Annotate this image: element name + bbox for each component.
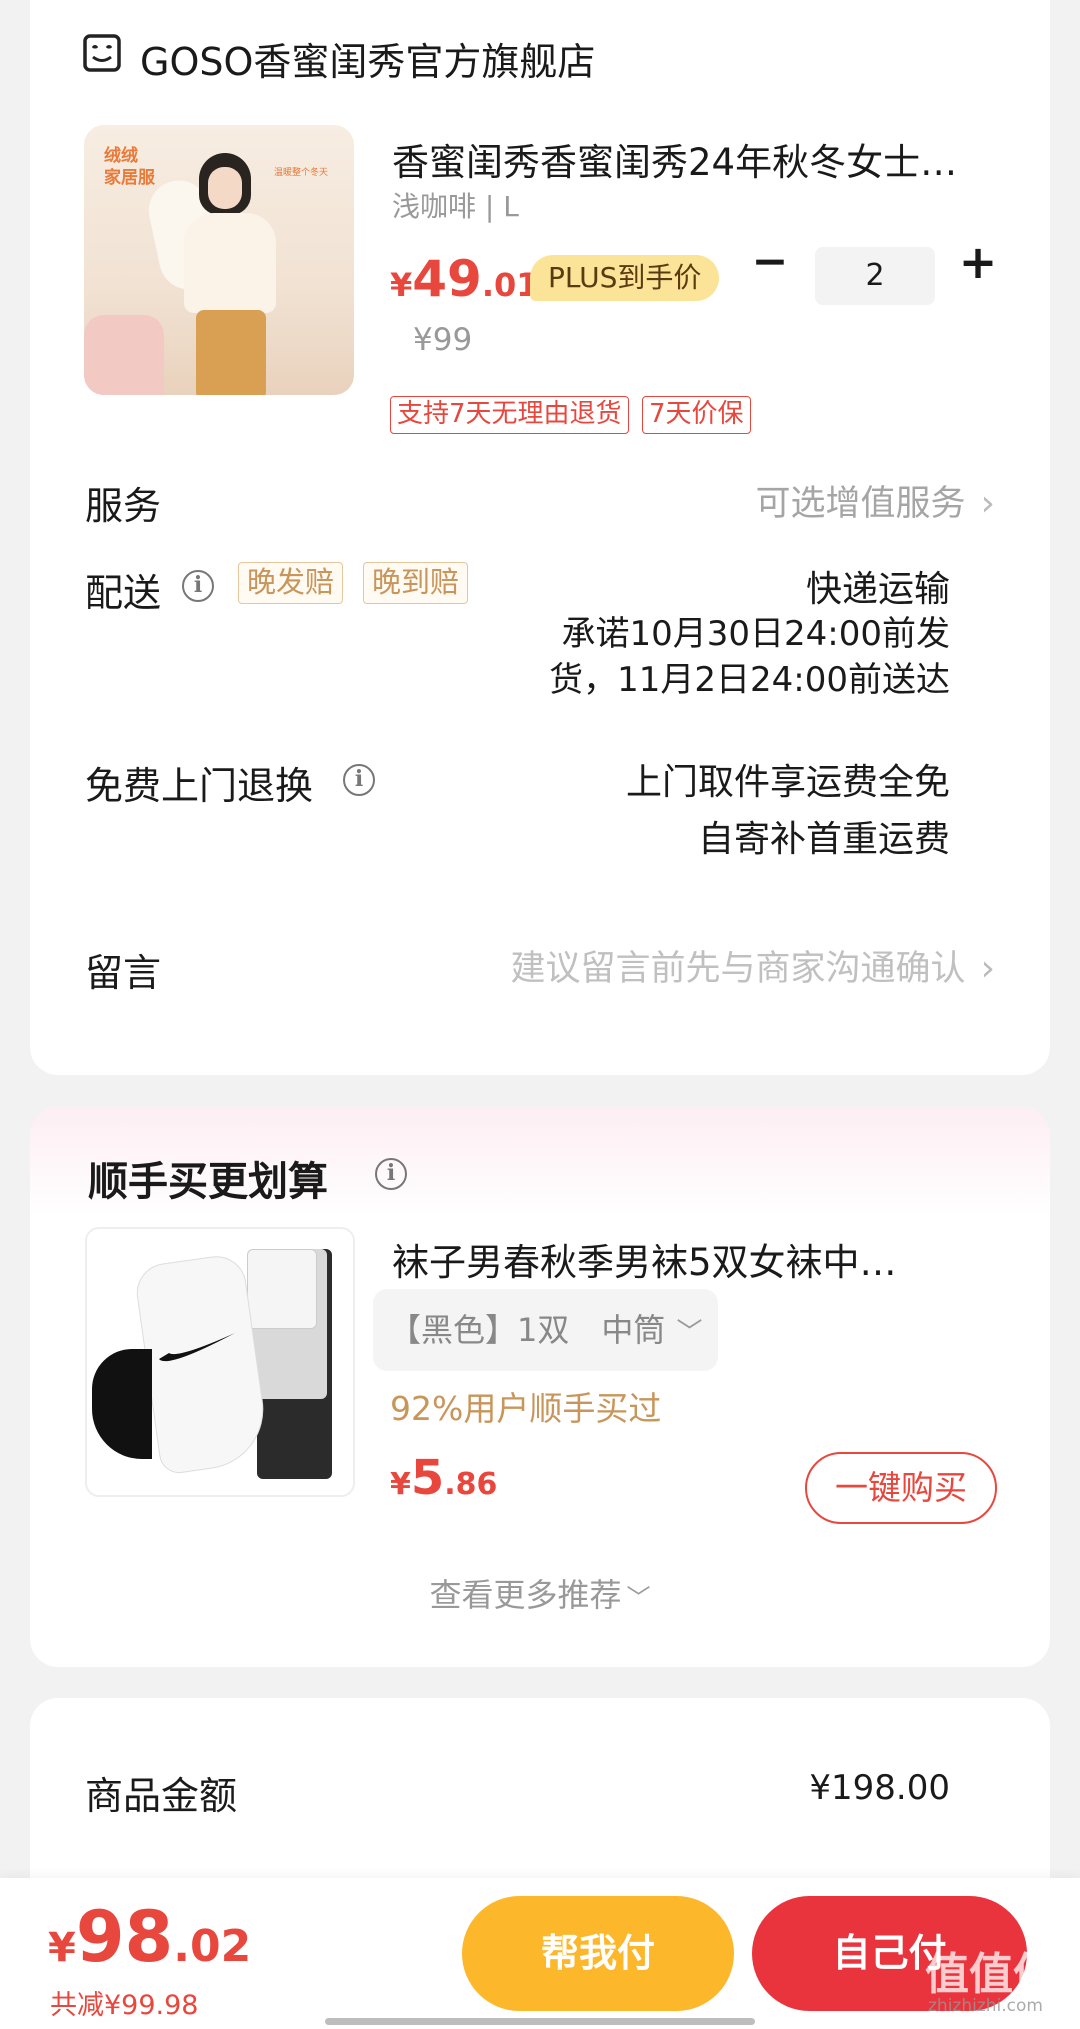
sock-shadow [92, 1349, 152, 1459]
delivery-promise-line2: 货，11月2日24:00前送达 [549, 660, 950, 700]
chevron-right-icon: › [980, 948, 995, 989]
one-click-buy-button[interactable]: 一键购买 [805, 1452, 997, 1524]
message-input[interactable]: 建议留言前先与商家沟通确认 › [510, 940, 995, 991]
price-int: 98 [75, 1896, 174, 1978]
price-protect-tag: 7天价保 [642, 396, 751, 434]
return-policy-tag: 支持7天无理由退货 [390, 396, 629, 434]
delivery-method[interactable]: 快递运输 [806, 560, 950, 612]
product-image[interactable]: 绒绒 家居服 温暖整个冬天 [84, 125, 354, 395]
price-int: 5 [410, 1450, 445, 1506]
order-card: GOSO香蜜闺秀官方旗舰店 绒绒 家居服 温暖整个冬天 香蜜闺秀香蜜闺秀24年秋… [30, 0, 1050, 1075]
return-service-label: 免费上门退换 [85, 764, 314, 808]
delivery-label: 配送 [85, 571, 162, 615]
price-symbol: ¥ [390, 1467, 411, 1502]
info-icon[interactable]: i [182, 570, 214, 602]
recommend-title: 顺手买更划算 [88, 1159, 328, 1205]
model-top [184, 213, 276, 313]
chevron-down-icon: ﹀ [676, 1318, 703, 1348]
return-service-line2: 自寄补首重运费 [697, 819, 950, 860]
recommend-price: ¥5.86 [390, 1450, 497, 1506]
model-face [208, 167, 242, 209]
watermark-logo: 值值值 [925, 1949, 1057, 2000]
service-selector[interactable]: 可选增值服务 › [755, 475, 995, 526]
recommend-item-image[interactable] [85, 1227, 355, 1497]
bottom-bar: ¥98.02 共减¥99.98 帮我付 自己付 值值值 zhizhizhi.co… [0, 1878, 1080, 2029]
chevron-down-icon: ﹀ [626, 1584, 651, 1612]
original-price: ¥99 [413, 322, 473, 358]
sofa-shape [84, 315, 164, 395]
quantity-minus-button[interactable]: − [750, 238, 790, 288]
saved-amount: 共减¥99.98 [50, 1990, 199, 2021]
price-symbol: ¥ [48, 1925, 76, 1971]
total-price: ¥98.02 [48, 1896, 251, 1978]
price-symbol: ¥ [390, 266, 413, 304]
info-icon[interactable]: i [343, 764, 375, 796]
price-int: 49 [412, 250, 482, 308]
recommend-item-title[interactable]: 袜子男春秋季男袜5双女袜中… [392, 1232, 1012, 1286]
message-label: 留言 [85, 951, 162, 995]
plus-price-badge: PLUS到手价 [530, 255, 720, 301]
sock-pack-white [247, 1249, 317, 1329]
delivery-promise-line1: 承诺10月30日24:00前发 [561, 614, 950, 654]
subtotal-label: 商品金额 [85, 1774, 238, 1818]
help-pay-button[interactable]: 帮我付 [462, 1896, 734, 2011]
store-face-icon [83, 34, 121, 72]
subtotal-value: ¥198.00 [809, 1768, 950, 1808]
late-arrive-badge: 晚到赔 [363, 562, 469, 604]
swoosh-icon [159, 1333, 235, 1362]
product-price: ¥49.01 [390, 250, 539, 308]
info-icon[interactable]: i [375, 1158, 407, 1190]
recommend-social-proof: 92%用户顺手买过 [390, 1389, 662, 1428]
return-service-line1: 上门取件享运费全免 [625, 762, 950, 803]
home-indicator [325, 2018, 755, 2025]
recommend-spec-selector[interactable]: 【黑色】1双 中筒 ﹀ [373, 1289, 719, 1371]
quantity-plus-button[interactable]: + [955, 236, 1001, 290]
more-recommend-label: 查看更多推荐 [429, 1576, 622, 1614]
price-dec: .02 [173, 1921, 252, 1972]
product-spec[interactable]: 浅咖啡 | L [392, 185, 519, 225]
recommend-spec: 【黑色】1双 中筒 [389, 1311, 666, 1349]
product-title[interactable]: 香蜜闺秀香蜜闺秀24年秋冬女士… [392, 132, 1012, 186]
recommend-card: 顺手买更划算 i 袜子男春秋季男袜5双女袜中… 【黑色】1双 中筒 ﹀ 92%用… [30, 1107, 1050, 1667]
quantity-input[interactable]: 2 [815, 247, 935, 305]
service-label: 服务 [85, 484, 162, 528]
store-name: GOSO香蜜闺秀官方旗舰店 [140, 40, 596, 84]
store-row[interactable]: GOSO香蜜闺秀官方旗舰店 [82, 25, 682, 85]
price-dec: .86 [444, 1467, 498, 1502]
service-value: 可选增值服务 [755, 484, 966, 524]
more-recommend-link[interactable]: 查看更多推荐 ﹀ [30, 1570, 1050, 1616]
model-pants [196, 310, 266, 395]
chevron-right-icon: › [980, 483, 995, 524]
message-placeholder: 建议留言前先与商家沟通确认 [510, 949, 966, 989]
product-image-caption: 绒绒 家居服 [104, 146, 155, 188]
product-image-slogan: 温暖整个冬天 [274, 168, 329, 178]
watermark-url: zhizhizhi.com [928, 1996, 1043, 2016]
late-ship-badge: 晚发赔 [238, 562, 344, 604]
